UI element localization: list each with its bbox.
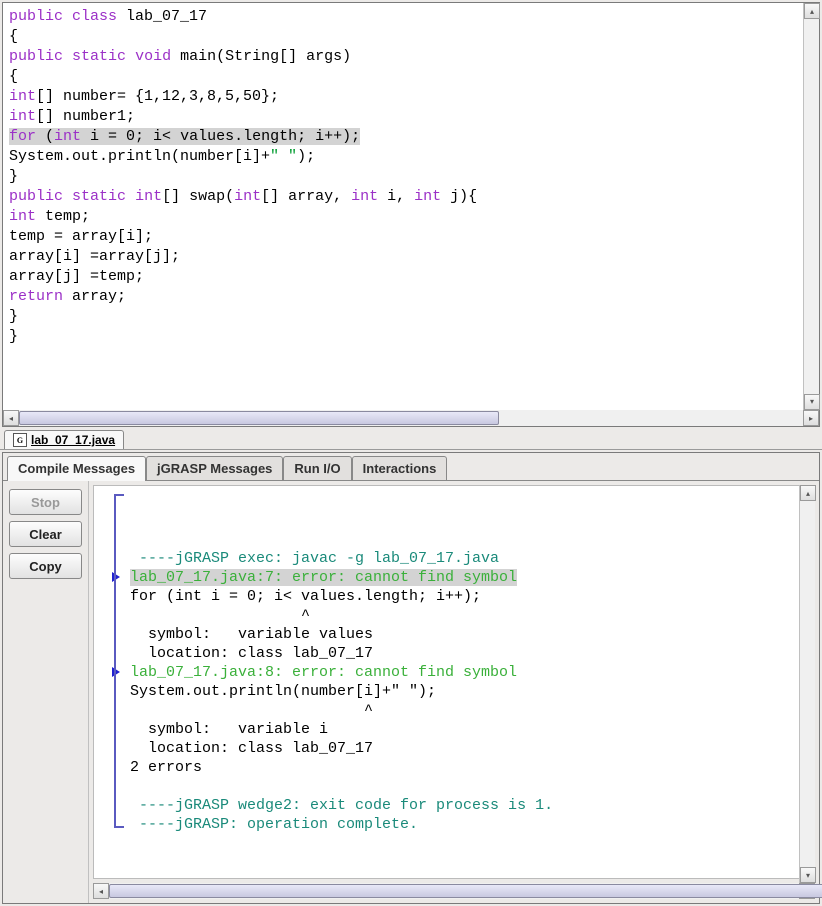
console-line[interactable]: ----jGRASP wedge2: exit code for process… [106, 796, 810, 815]
code-editor-pane: public class lab_07_17{public static voi… [2, 2, 820, 427]
code-line[interactable]: } [9, 167, 813, 187]
scroll-track[interactable] [800, 501, 815, 867]
code-line[interactable]: return array; [9, 287, 813, 307]
tab-jgrasp-messages[interactable]: jGRASP Messages [146, 456, 283, 480]
compile-console[interactable]: ----jGRASP exec: javac -g lab_07_17.java… [93, 485, 815, 879]
code-line[interactable]: public static int[] swap(int[] array, in… [9, 187, 813, 207]
console-scrollbar-vertical[interactable]: ▴ ▾ [799, 485, 815, 883]
console-text: location: class lab_07_17 [130, 645, 373, 662]
console-wrap: ----jGRASP exec: javac -g lab_07_17.java… [89, 481, 819, 903]
console-text: symbol: variable i [130, 721, 328, 738]
stop-button[interactable]: Stop [9, 489, 82, 515]
console-line[interactable]: location: class lab_07_17 [106, 644, 810, 663]
file-tab-bar: G lab_07_17.java [0, 429, 822, 450]
code-line[interactable]: { [9, 27, 813, 47]
tab-compile-messages[interactable]: Compile Messages [7, 456, 146, 481]
code-line[interactable]: int[] number1; [9, 107, 813, 127]
console-text: ----jGRASP exec: javac -g lab_07_17.java [130, 550, 499, 567]
scroll-down-button[interactable]: ▾ [800, 867, 816, 883]
code-line[interactable]: int[] number= {1,12,3,8,5,50}; [9, 87, 813, 107]
message-buttons: Stop Clear Copy [3, 481, 89, 903]
output-bracket [114, 494, 124, 828]
copy-button[interactable]: Copy [9, 553, 82, 579]
console-line[interactable]: for (int i = 0; i< values.length; i++); [106, 587, 810, 606]
console-line[interactable]: location: class lab_07_17 [106, 739, 810, 758]
console-line[interactable]: ----jGRASP exec: javac -g lab_07_17.java [106, 549, 810, 568]
console-text: lab_07_17.java:8: error: cannot find sym… [130, 664, 517, 681]
console-line[interactable]: System.out.println(number[i]+" "); [106, 682, 810, 701]
scroll-left-button[interactable]: ◂ [93, 883, 109, 899]
editor-scrollbar-vertical[interactable]: ▴ ▾ [803, 3, 819, 410]
file-tab[interactable]: G lab_07_17.java [4, 430, 124, 449]
code-line[interactable]: } [9, 307, 813, 327]
console-line[interactable]: ^ [106, 701, 810, 720]
clear-button[interactable]: Clear [9, 521, 82, 547]
console-text: lab_07_17.java:7: error: cannot find sym… [130, 569, 517, 586]
console-text: ----jGRASP wedge2: exit code for process… [130, 797, 553, 814]
console-line[interactable]: 2 errors [106, 758, 810, 777]
code-line[interactable]: public class lab_07_17 [9, 7, 813, 27]
scroll-thumb[interactable] [19, 411, 499, 425]
console-text: symbol: variable values [130, 626, 373, 643]
code-line[interactable]: int temp; [9, 207, 813, 227]
tab-interactions[interactable]: Interactions [352, 456, 448, 480]
console-text: 2 errors [130, 759, 202, 776]
code-line[interactable]: public static void main(String[] args) [9, 47, 813, 67]
scroll-track[interactable] [804, 19, 819, 394]
console-text: ^ [130, 702, 373, 719]
scroll-thumb[interactable] [109, 884, 822, 898]
scroll-track[interactable] [19, 410, 803, 426]
editor-scrollbar-horizontal[interactable]: ◂ ▸ [3, 410, 819, 426]
console-line[interactable]: lab_07_17.java:8: error: cannot find sym… [106, 663, 810, 682]
scroll-down-button[interactable]: ▾ [804, 394, 820, 410]
console-text: for (int i = 0; i< values.length; i++); [130, 588, 481, 605]
code-line[interactable]: for (int i = 0; i< values.length; i++); [9, 127, 813, 147]
console-line[interactable]: ^ [106, 606, 810, 625]
console-line[interactable]: ----jGRASP: operation complete. [106, 815, 810, 834]
tab-run-i-o[interactable]: Run I/O [283, 456, 351, 480]
message-tabs: Compile MessagesjGRASP MessagesRun I/OIn… [3, 453, 819, 481]
messages-pane: Compile MessagesjGRASP MessagesRun I/OIn… [2, 452, 820, 904]
code-line[interactable]: temp = array[i]; [9, 227, 813, 247]
code-line[interactable]: { [9, 67, 813, 87]
console-line[interactable]: symbol: variable values [106, 625, 810, 644]
scroll-left-button[interactable]: ◂ [3, 410, 19, 426]
scroll-track[interactable] [109, 883, 799, 899]
code-line[interactable]: } [9, 327, 813, 347]
console-text: ^ [130, 607, 310, 624]
scroll-right-button[interactable]: ▸ [803, 410, 819, 426]
code-line[interactable]: array[j] =temp; [9, 267, 813, 287]
file-tab-label: lab_07_17.java [31, 433, 115, 447]
scroll-up-button[interactable]: ▴ [804, 3, 820, 19]
code-line[interactable]: System.out.println(number[i]+" "); [9, 147, 813, 167]
scroll-up-button[interactable]: ▴ [800, 485, 816, 501]
console-text: location: class lab_07_17 [130, 740, 373, 757]
file-icon: G [13, 433, 27, 447]
console-text: System.out.println(number[i]+" "); [130, 683, 436, 700]
console-line[interactable] [106, 777, 810, 796]
code-editor[interactable]: public class lab_07_17{public static voi… [3, 3, 819, 410]
code-line[interactable]: array[i] =array[j]; [9, 247, 813, 267]
console-scrollbar-horizontal[interactable]: ◂ ▸ [93, 883, 815, 899]
messages-body: Stop Clear Copy ----jGRASP exec: javac -… [3, 481, 819, 903]
console-line[interactable]: lab_07_17.java:7: error: cannot find sym… [106, 568, 810, 587]
console-line[interactable]: symbol: variable i [106, 720, 810, 739]
console-text: ----jGRASP: operation complete. [130, 816, 418, 833]
